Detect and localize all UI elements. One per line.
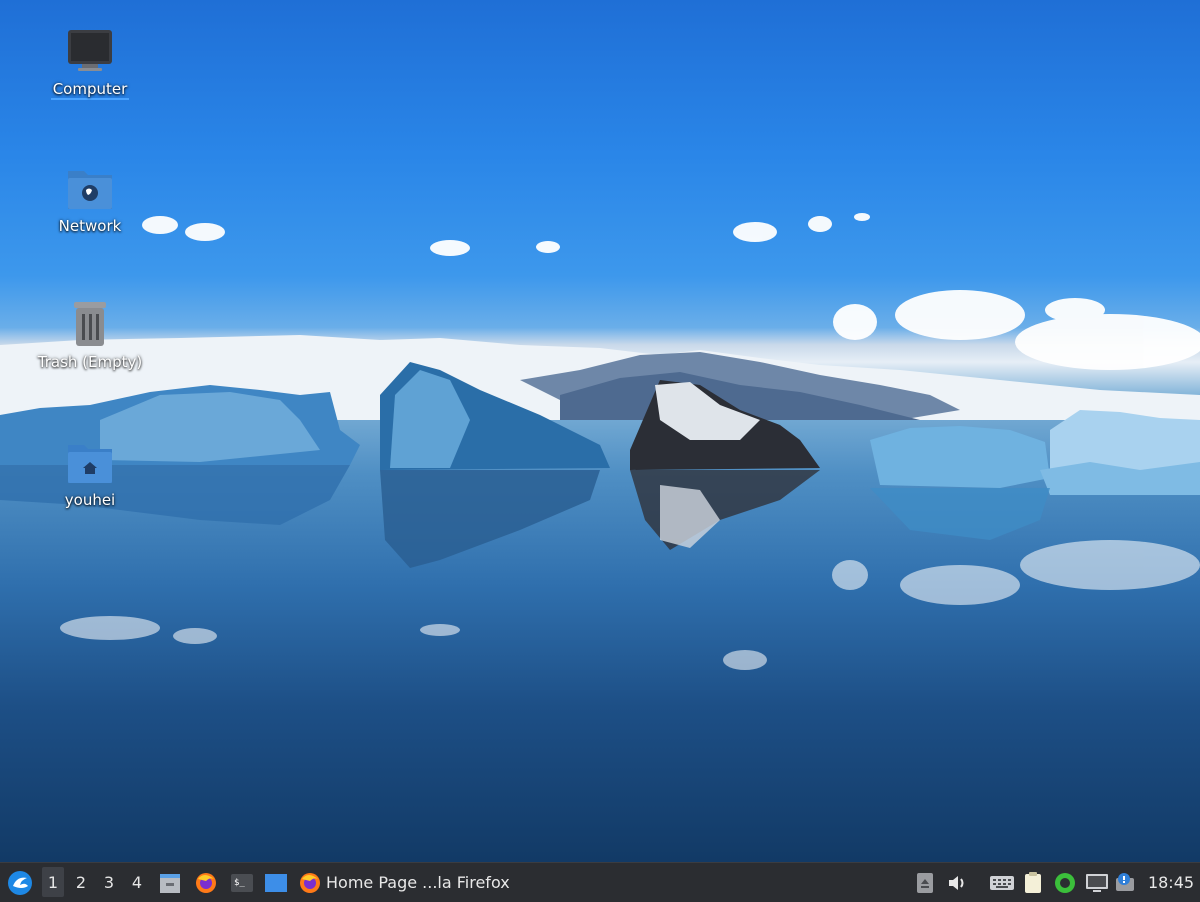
show-desktop-icon bbox=[265, 873, 287, 892]
volume-button[interactable] bbox=[946, 863, 970, 902]
notification-icon bbox=[1116, 872, 1134, 891]
desktop-icon-label: youhei bbox=[64, 491, 116, 509]
workspace-3[interactable]: 3 bbox=[98, 863, 120, 902]
desktop-icon-home[interactable]: youhei bbox=[30, 437, 150, 509]
keyboard-icon bbox=[990, 875, 1014, 890]
wallpaper bbox=[0, 213, 1200, 670]
home-folder-icon bbox=[64, 437, 116, 489]
trash-icon bbox=[64, 299, 116, 351]
workspace-1[interactable]: 1 bbox=[42, 867, 64, 897]
volume-icon bbox=[949, 875, 964, 890]
workspace-2[interactable]: 2 bbox=[70, 863, 92, 902]
lubuntu-start-icon bbox=[8, 870, 32, 895]
notification-button[interactable] bbox=[1114, 863, 1138, 902]
display-button[interactable] bbox=[1085, 863, 1109, 902]
network-status-icon bbox=[1055, 872, 1075, 893]
desktop-icon-label: Trash (Empty) bbox=[37, 353, 143, 371]
desktop[interactable]: Computer Network Trash (Empty) youhei bbox=[0, 0, 1200, 862]
firefox-icon bbox=[196, 872, 216, 893]
clipboard-button[interactable] bbox=[1021, 863, 1045, 902]
firefox-icon bbox=[300, 872, 320, 893]
network-folder-icon bbox=[64, 163, 116, 215]
taskbar-window-firefox[interactable]: Home Page ...la Firefox bbox=[298, 863, 523, 902]
firefox-launcher[interactable] bbox=[192, 863, 220, 902]
display-icon bbox=[1086, 873, 1108, 892]
start-menu-button[interactable] bbox=[4, 863, 36, 902]
keyboard-layout-button[interactable] bbox=[988, 863, 1016, 902]
terminal-launcher[interactable]: $_ bbox=[228, 863, 256, 902]
desktop-icon-label: Network bbox=[58, 217, 122, 235]
eject-button[interactable] bbox=[913, 863, 937, 902]
network-status-button[interactable] bbox=[1053, 863, 1077, 902]
file-manager-icon bbox=[160, 873, 180, 893]
svg-text:$_: $_ bbox=[234, 878, 245, 888]
show-desktop-button[interactable] bbox=[262, 863, 290, 902]
desktop-icon-trash[interactable]: Trash (Empty) bbox=[30, 299, 150, 371]
desktop-icon-label: Computer bbox=[50, 80, 130, 100]
eject-icon bbox=[917, 872, 933, 893]
terminal-icon: $_ bbox=[231, 873, 253, 892]
workspace-4[interactable]: 4 bbox=[126, 863, 148, 902]
taskbar: 1 2 3 4 $_ Home Page ...la Firefox 18:45 bbox=[0, 862, 1200, 902]
window-title: Home Page ...la Firefox bbox=[326, 873, 510, 892]
desktop-icon-computer[interactable]: Computer bbox=[30, 26, 150, 100]
desktop-icon-network[interactable]: Network bbox=[30, 163, 150, 235]
clock[interactable]: 18:45 bbox=[1146, 863, 1196, 902]
file-manager-launcher[interactable] bbox=[156, 863, 184, 902]
clipboard-icon bbox=[1025, 871, 1041, 893]
computer-icon bbox=[64, 26, 116, 78]
